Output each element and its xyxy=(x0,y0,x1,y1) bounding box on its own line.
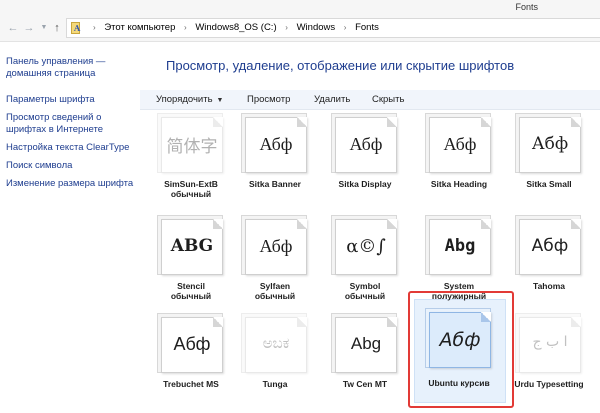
address-row: ← → ▼ ↑ A › Этот компьютер › Windows8_OS… xyxy=(0,14,600,42)
font-sample: Абф xyxy=(531,236,569,256)
breadcrumb-separator-icon[interactable]: › xyxy=(184,19,187,37)
font-file-icon: Абф xyxy=(513,213,585,277)
font-file-icon: Абф xyxy=(239,111,311,175)
font-name: Sitka Heading xyxy=(430,179,488,189)
font-name: System полужирный xyxy=(431,281,487,301)
sidebar: Панель управления — домашняя страница Па… xyxy=(0,42,140,413)
breadcrumb-separator-icon[interactable]: › xyxy=(344,19,347,37)
breadcrumb-separator-icon[interactable]: › xyxy=(285,19,288,37)
font-file-icon: Абф xyxy=(513,111,585,175)
font-name: Sitka Display xyxy=(338,179,392,189)
sidebar-item-control-panel-home[interactable]: Панель управления — домашняя страница xyxy=(6,56,138,80)
font-file-icon: Abg xyxy=(329,311,401,375)
font-file-icon: ا ب ج xyxy=(513,311,585,375)
hide-button[interactable]: Скрыть xyxy=(372,90,404,110)
font-name: Urdu Typesetting xyxy=(514,379,584,389)
font-name: Sylfaen обычный xyxy=(254,281,296,301)
font-sample: Абф xyxy=(173,334,211,354)
font-file-icon: ABG xyxy=(155,213,227,277)
font-name: Sitka Banner xyxy=(249,179,301,189)
font-name: Symbol обычный xyxy=(344,281,386,301)
fonts-folder-icon: A xyxy=(71,22,81,34)
svg-text:A: A xyxy=(73,23,81,33)
back-arrow-icon[interactable]: ← xyxy=(6,21,20,35)
sidebar-item-find-character[interactable]: Поиск символа xyxy=(6,160,138,172)
font-name: Sitka Small xyxy=(526,179,572,189)
font-name: Tw Cen MT xyxy=(342,379,388,389)
font-sample: α©∫ xyxy=(346,236,386,257)
up-arrow-icon[interactable]: ↑ xyxy=(50,21,64,35)
font-name: Stencil обычный xyxy=(170,281,212,301)
breadcrumb-this-pc[interactable]: Этот компьютер xyxy=(104,19,175,37)
sidebar-item-font-settings[interactable]: Параметры шрифта xyxy=(6,94,138,106)
font-name: Tahoma xyxy=(533,281,565,291)
sidebar-item-cleartype[interactable]: Настройка текста ClearType xyxy=(6,142,138,154)
font-sample: Абф xyxy=(349,134,383,154)
font-sample: Абф xyxy=(259,236,293,256)
sidebar-item-font-info-online[interactable]: Просмотр сведений о шрифтах в Интернете xyxy=(6,112,138,136)
organize-label: Упорядочить xyxy=(156,94,213,105)
font-file-icon: ಅಬಕ xyxy=(239,311,311,375)
font-sample: Абф xyxy=(259,134,293,154)
delete-button[interactable]: Удалить xyxy=(314,90,350,110)
font-name: Tunga xyxy=(262,379,288,389)
font-file-icon: Абф xyxy=(423,111,495,175)
font-file-icon: Абф xyxy=(155,311,227,375)
chevron-down-icon: ▼ xyxy=(216,97,224,104)
font-sample: Абф xyxy=(443,134,477,154)
font-sample: Abg xyxy=(444,236,476,256)
font-file-icon: Абф xyxy=(329,111,401,175)
breadcrumb: › Этот компьютер › Windows8_OS (C:) › Wi… xyxy=(87,19,379,37)
font-file-icon: 简体字 xyxy=(155,111,227,175)
breadcrumb-windows[interactable]: Windows xyxy=(297,19,336,37)
font-sample: 简体字 xyxy=(166,137,218,157)
address-bar[interactable]: A › Этот компьютер › Windows8_OS (C:) › … xyxy=(66,18,600,38)
window-title: Fonts xyxy=(515,2,538,12)
font-sample: ಅಬಕ xyxy=(262,334,290,352)
font-sample: Абф xyxy=(439,329,481,351)
font-file-icon: Абф xyxy=(423,306,495,370)
organize-button[interactable]: Упорядочить ▼ xyxy=(156,90,223,110)
font-sample: Abg xyxy=(350,334,382,353)
title-bar: Fonts xyxy=(0,0,600,14)
font-name: Trebuchet MS xyxy=(163,379,219,389)
forward-arrow-icon[interactable]: → xyxy=(22,21,36,35)
font-name: SimSun-ExtB обычный xyxy=(164,179,218,199)
recent-locations-chevron-icon[interactable]: ▼ xyxy=(37,21,51,35)
font-file-icon: Абф xyxy=(239,213,311,277)
font-sample: Абф xyxy=(531,134,569,154)
breadcrumb-fonts[interactable]: Fonts xyxy=(355,19,379,37)
breadcrumb-separator-icon[interactable]: › xyxy=(93,19,96,37)
font-sample: ا ب ج xyxy=(532,334,568,350)
font-file-icon: Abg xyxy=(423,213,495,277)
preview-button[interactable]: Просмотр xyxy=(247,90,290,110)
sidebar-item-change-font-size[interactable]: Изменение размера шрифта xyxy=(6,178,138,190)
page-title: Просмотр, удаление, отображение или скры… xyxy=(166,58,515,73)
font-sample: ABG xyxy=(170,236,214,256)
font-name: Ubuntu курсив xyxy=(428,378,490,388)
font-file-icon: α©∫ xyxy=(329,213,401,277)
command-bar: Упорядочить ▼ Просмотр Удалить Скрыть xyxy=(140,90,600,110)
breadcrumb-drive[interactable]: Windows8_OS (C:) xyxy=(195,19,276,37)
